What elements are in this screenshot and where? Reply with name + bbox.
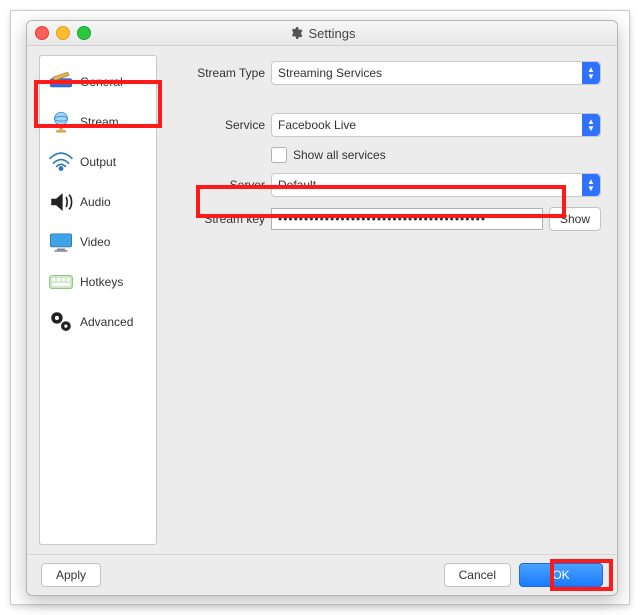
sidebar-item-label: Video [80, 235, 110, 249]
sidebar-item-hotkeys[interactable]: Hotkeys [40, 262, 156, 302]
sidebar-item-label: Advanced [80, 315, 133, 329]
server-value: Default [278, 178, 316, 192]
row-service: Service Facebook Live ▲▼ [173, 113, 601, 137]
sidebar-item-label: Hotkeys [80, 275, 123, 289]
settings-icon [289, 26, 303, 40]
settings-pane: Stream Type Streaming Services ▲▼ Servic… [157, 45, 617, 555]
sidebar-item-label: Audio [80, 195, 111, 209]
server-label: Server [173, 178, 265, 192]
stream-icon [48, 109, 74, 135]
stage: Settings General Stream [0, 0, 640, 615]
sidebar-item-label: Stream [80, 115, 119, 129]
chevron-updown-icon: ▲▼ [582, 62, 600, 84]
window-title: Settings [309, 26, 356, 41]
zoom-window-button[interactable] [77, 26, 91, 40]
row-server: Server Default ▲▼ [173, 173, 601, 197]
cancel-button[interactable]: Cancel [444, 563, 511, 587]
chevron-updown-icon: ▲▼ [582, 114, 600, 136]
show-stream-key-button[interactable]: Show [549, 207, 601, 231]
content: General Stream Output [27, 45, 617, 555]
minimize-window-button[interactable] [56, 26, 70, 40]
show-all-label: Show all services [293, 148, 386, 162]
stream-key-input[interactable]: •••••••••••••••••••••••••••••••••••••••• [271, 208, 543, 230]
stream-type-label: Stream Type [173, 66, 265, 80]
sidebar-item-video[interactable]: Video [40, 222, 156, 262]
sidebar: General Stream Output [39, 55, 157, 545]
footer: Apply Cancel OK [27, 554, 617, 595]
sidebar-item-audio[interactable]: Audio [40, 182, 156, 222]
video-icon [48, 229, 74, 255]
stream-key-label: Stream key [173, 212, 265, 226]
sidebar-item-advanced[interactable]: Advanced [40, 302, 156, 342]
window-controls [35, 26, 91, 40]
settings-window: Settings General Stream [26, 20, 618, 596]
apply-button[interactable]: Apply [41, 563, 101, 587]
hotkeys-icon [48, 269, 74, 295]
server-select[interactable]: Default ▲▼ [271, 173, 601, 197]
output-icon [48, 149, 74, 175]
ok-button[interactable]: OK [519, 563, 603, 587]
stream-type-select[interactable]: Streaming Services ▲▼ [271, 61, 601, 85]
service-value: Facebook Live [278, 118, 356, 132]
row-show-all: Show all services [173, 147, 601, 163]
service-select[interactable]: Facebook Live ▲▼ [271, 113, 601, 137]
window-title-wrap: Settings [27, 26, 617, 41]
advanced-icon [48, 309, 74, 335]
show-all-checkbox[interactable] [271, 147, 287, 163]
audio-icon [48, 189, 74, 215]
sidebar-item-label: Output [80, 155, 116, 169]
sidebar-item-output[interactable]: Output [40, 142, 156, 182]
titlebar: Settings [27, 21, 617, 46]
general-icon [48, 69, 74, 95]
row-stream-key: Stream key •••••••••••••••••••••••••••••… [173, 207, 601, 231]
sidebar-item-stream[interactable]: Stream [40, 102, 156, 142]
row-stream-type: Stream Type Streaming Services ▲▼ [173, 61, 601, 85]
close-window-button[interactable] [35, 26, 49, 40]
stream-type-value: Streaming Services [278, 66, 382, 80]
service-label: Service [173, 118, 265, 132]
chevron-updown-icon: ▲▼ [582, 174, 600, 196]
sidebar-item-label: General [80, 75, 123, 89]
sidebar-item-general[interactable]: General [40, 62, 156, 102]
stream-key-mask: •••••••••••••••••••••••••••••••••••••••• [278, 212, 486, 226]
